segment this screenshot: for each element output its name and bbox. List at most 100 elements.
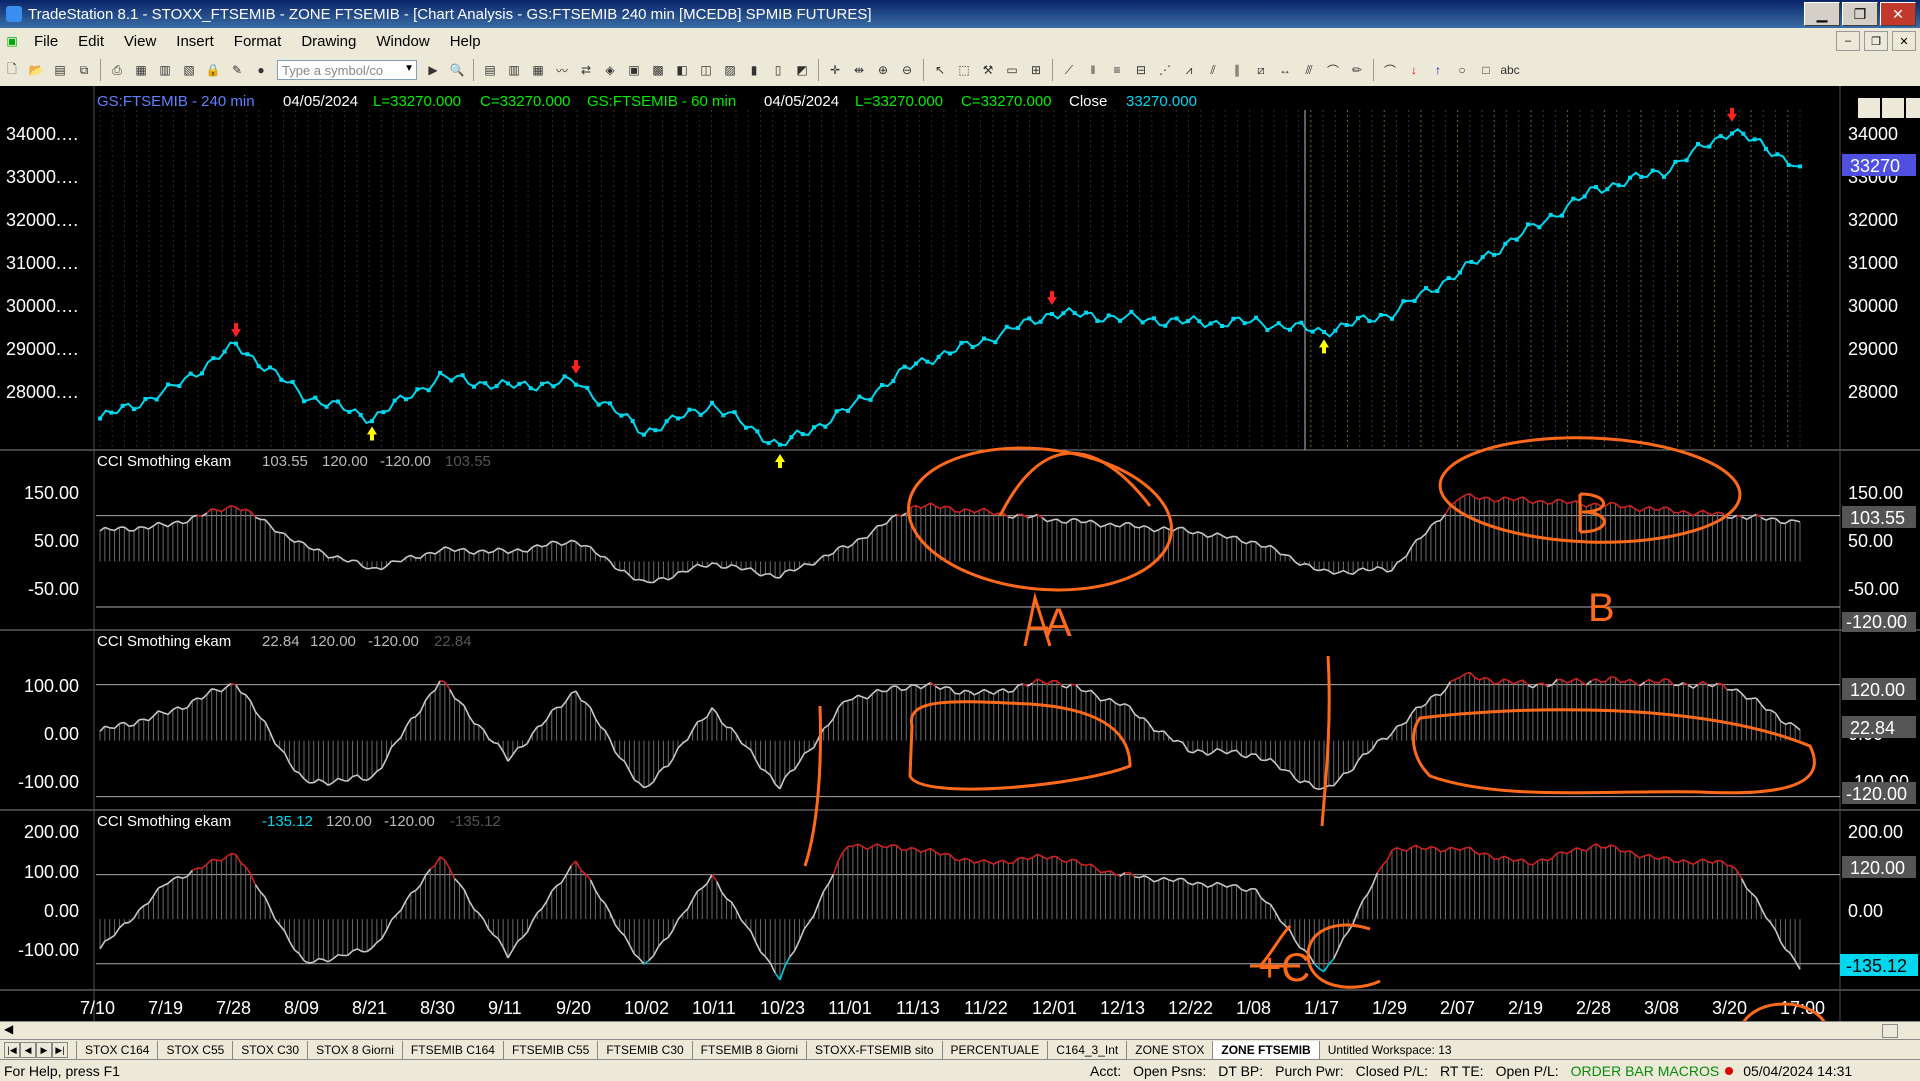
parallel-icon[interactable]: ⫻ [1299, 60, 1319, 80]
menu-window[interactable]: Window [366, 33, 439, 50]
format-icon[interactable]: ✎ [227, 60, 247, 80]
print-icon[interactable]: ⎙ [107, 60, 127, 80]
scroll-left-icon[interactable]: ◀ [4, 1022, 13, 1036]
save-icon[interactable]: ▤ [50, 60, 70, 80]
chart-canvas[interactable]: GS:FTSEMIB - 240 min 04/05/2024 L=33270.… [0, 86, 1920, 1021]
text-icon[interactable]: abc [1500, 60, 1520, 80]
workspace-tab[interactable]: ZONE FTSEMIB [1212, 1041, 1318, 1059]
hotlist-icon[interactable]: ▨ [720, 60, 740, 80]
workspace-tab[interactable]: FTSEMIB 8 Giorni [692, 1041, 806, 1059]
close-button[interactable]: ✕ [1880, 2, 1916, 26]
menu-view[interactable]: View [114, 33, 166, 50]
print-preview-icon[interactable]: ▦ [131, 60, 151, 80]
mdi-minimize-button[interactable]: – [1836, 31, 1860, 51]
zoom-out-icon[interactable]: ⊖ [897, 60, 917, 80]
workspace-tab[interactable]: FTSEMIB C164 [402, 1041, 503, 1059]
indicator-icon[interactable]: 〰 [552, 60, 572, 80]
layout-icon[interactable]: ▥ [155, 60, 175, 80]
new-icon[interactable]: 🗋 [2, 60, 22, 80]
workspace-tab[interactable]: ZONE STOX [1126, 1041, 1212, 1059]
workspace-tab[interactable]: PERCENTUALE [942, 1041, 1048, 1059]
radar-icon[interactable]: ▣ [624, 60, 644, 80]
menu-file[interactable]: File [24, 33, 68, 50]
pointer-icon[interactable]: ↖ [930, 60, 950, 80]
workspace-tab[interactable]: FTSEMIB C55 [503, 1041, 597, 1059]
vertical-lines-icon[interactable]: ‖ [1083, 60, 1103, 80]
lookup-icon[interactable]: 🔍 [447, 60, 467, 80]
arrow-both-icon[interactable]: ↔ [1275, 60, 1295, 80]
panel2-upper-badge-text: 120.00 [1850, 680, 1905, 700]
tab-first-icon[interactable]: |◀ [4, 1042, 20, 1058]
data-window-icon[interactable]: ▭ [1002, 60, 1022, 80]
tools-icon[interactable]: ⚒ [978, 60, 998, 80]
zoom-in-icon[interactable]: ⊕ [873, 60, 893, 80]
ellipse-icon[interactable]: ○ [1452, 60, 1472, 80]
copy-icon[interactable]: ⧉ [74, 60, 94, 80]
order-icon[interactable]: ◩ [792, 60, 812, 80]
scanner-icon[interactable]: ◫ [696, 60, 716, 80]
level2-icon[interactable]: ▮ [744, 60, 764, 80]
arrow-up-icon[interactable]: ↑ [1428, 60, 1448, 80]
fan-icon[interactable]: ⋰ [1155, 60, 1175, 80]
workspace-tab[interactable]: FTSEMIB C30 [597, 1041, 691, 1059]
lock-icon[interactable]: 🔒 [203, 60, 223, 80]
workspace-tab[interactable]: STOX C164 [76, 1041, 157, 1059]
channel-icon[interactable]: ⧄ [1251, 60, 1271, 80]
dropdown-arrow-icon[interactable]: ▼ [404, 63, 414, 74]
matrix-icon[interactable]: ▩ [648, 60, 668, 80]
window-icon[interactable]: ▧ [179, 60, 199, 80]
retracement-icon[interactable]: ⫽ [1203, 60, 1223, 80]
arc-icon[interactable]: ⌒ [1380, 60, 1400, 80]
restore-button[interactable]: ❐ [1842, 2, 1878, 26]
chart-type-line-icon[interactable]: ▦ [528, 60, 548, 80]
tape-icon[interactable]: ▯ [768, 60, 788, 80]
workspace-tab[interactable]: STOXX-FTSEMIB sito [806, 1041, 941, 1059]
workspace-tab[interactable]: C164_3_Int [1047, 1041, 1126, 1059]
scroll-thumb[interactable] [1882, 1024, 1898, 1038]
workspace-tab[interactable]: Untitled Workspace: 13 [1319, 1041, 1460, 1059]
mdi-close-button[interactable]: ✕ [1892, 31, 1916, 51]
open-icon[interactable]: 📂 [26, 60, 46, 80]
gann-icon[interactable]: ⊟ [1131, 60, 1151, 80]
palette-icon[interactable]: ● [251, 60, 271, 80]
cursor-cross-icon[interactable]: ✛ [825, 60, 845, 80]
tab-last-icon[interactable]: ▶| [52, 1042, 68, 1058]
options-icon[interactable]: ◧ [672, 60, 692, 80]
workspace-tab[interactable]: STOX C30 [232, 1041, 307, 1059]
workspace-tab[interactable]: STOX 8 Giorni [307, 1041, 402, 1059]
horizontal-scrollbar[interactable]: ◀ [0, 1021, 1920, 1040]
trendline-icon[interactable]: ⟋ [1059, 60, 1079, 80]
expand-icon[interactable]: ⇹ [849, 60, 869, 80]
select-icon[interactable]: ⬚ [954, 60, 974, 80]
rectangle-icon[interactable]: □ [1476, 60, 1496, 80]
analysis-icon[interactable]: ◈ [600, 60, 620, 80]
tab-next-icon[interactable]: ▶ [36, 1042, 52, 1058]
go-icon[interactable]: ▶ [423, 60, 443, 80]
status-order-bar-macros[interactable]: ORDER BAR MACROS [1565, 1063, 1726, 1079]
pane-minimize-button[interactable] [1858, 98, 1880, 118]
symbol-input[interactable]: Type a symbol/co ▼ [277, 60, 417, 80]
horizontal-lines-icon[interactable]: ≡ [1107, 60, 1127, 80]
pencil-icon[interactable]: ✏ [1347, 60, 1367, 80]
tab-prev-icon[interactable]: ◀ [20, 1042, 36, 1058]
menu-help[interactable]: Help [440, 33, 491, 50]
panel2-axis-label: 100.00 [24, 676, 79, 696]
menu-insert[interactable]: Insert [166, 33, 224, 50]
workspace-tab[interactable]: STOX C55 [157, 1041, 232, 1059]
pane-restore-button[interactable] [1882, 98, 1904, 118]
chart-type-candle-icon[interactable]: ▥ [504, 60, 524, 80]
chart-type-bar-icon[interactable]: ▤ [480, 60, 500, 80]
menu-drawing[interactable]: Drawing [291, 33, 366, 50]
minimize-button[interactable]: ▁ [1804, 2, 1840, 26]
chart-analysis-window[interactable]: GS:FTSEMIB - 240 min 04/05/2024 L=33270.… [0, 86, 1920, 1021]
speedline-icon[interactable]: ∥ [1227, 60, 1247, 80]
mdi-restore-button[interactable]: ❐ [1864, 31, 1888, 51]
strategy-icon[interactable]: ⇄ [576, 60, 596, 80]
arrow-down-icon[interactable]: ↓ [1404, 60, 1424, 80]
cycle-icon[interactable]: ⌒ [1323, 60, 1343, 80]
menu-format[interactable]: Format [224, 33, 292, 50]
snap-icon[interactable]: ⊞ [1026, 60, 1046, 80]
fib-icon[interactable]: ⩘ [1179, 60, 1199, 80]
menu-edit[interactable]: Edit [68, 33, 114, 50]
pane-close-button[interactable] [1906, 98, 1920, 118]
